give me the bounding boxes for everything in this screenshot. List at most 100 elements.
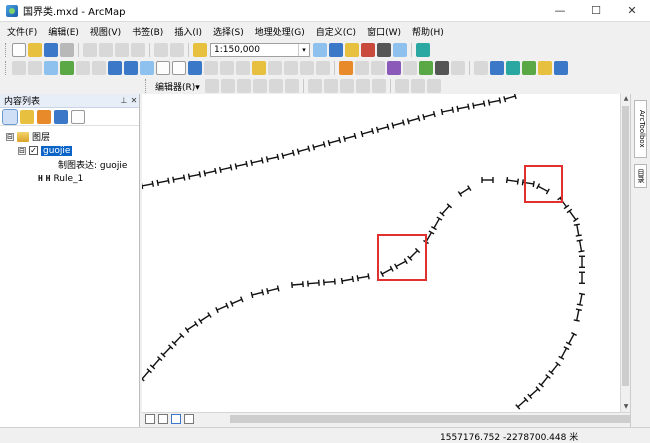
folder-connect-icon[interactable] xyxy=(538,61,552,75)
sketch-properties-icon[interactable] xyxy=(410,79,425,93)
free-representation-icon[interactable] xyxy=(371,61,385,75)
time-slider-icon[interactable] xyxy=(300,61,314,75)
close-icon[interactable]: ✕ xyxy=(129,96,139,105)
menu-edit[interactable]: 编辑(E) xyxy=(47,24,80,39)
search-window-icon[interactable] xyxy=(393,43,407,57)
map-vertical-scrollbar[interactable]: ▲ ▼ xyxy=(620,94,630,412)
layout-view-button[interactable] xyxy=(158,414,168,424)
catalog-tab[interactable]: 目录 xyxy=(634,164,647,188)
arctoolbox-icon[interactable] xyxy=(361,43,375,57)
list-by-source-icon[interactable] xyxy=(20,109,34,124)
edit-tool-icon[interactable] xyxy=(204,79,219,93)
fixed-zoom-in-icon[interactable] xyxy=(76,61,90,75)
graphics-icon[interactable] xyxy=(554,61,568,75)
overrides-icon[interactable] xyxy=(435,61,449,75)
map-horizontal-scrollbar[interactable] xyxy=(200,414,630,424)
back-arrow-icon[interactable] xyxy=(108,61,122,75)
html-popup-icon[interactable] xyxy=(220,61,234,75)
menu-view[interactable]: 视图(V) xyxy=(89,24,122,39)
boundary-line-symbol-icon[interactable]: H H xyxy=(38,174,50,183)
find-binoculars-icon[interactable] xyxy=(252,61,266,75)
minimize-button[interactable]: — xyxy=(542,0,578,22)
toc-options-icon[interactable] xyxy=(71,109,85,124)
geometry-tool-icon[interactable] xyxy=(451,61,465,75)
pan-hand-icon[interactable] xyxy=(44,61,58,75)
paste-icon[interactable] xyxy=(115,43,129,57)
representation-properties-icon[interactable] xyxy=(387,61,401,75)
menu-insert[interactable]: 插入(I) xyxy=(173,24,203,39)
pause-drawing-icon[interactable] xyxy=(184,414,194,424)
chevron-down-icon[interactable]: ▾ xyxy=(298,44,309,56)
select-elements-icon[interactable] xyxy=(172,61,186,75)
cut-polygons-icon[interactable] xyxy=(339,79,354,93)
print-icon[interactable] xyxy=(60,43,74,57)
find-route-icon[interactable] xyxy=(268,61,282,75)
rotate-icon[interactable] xyxy=(371,79,386,93)
label-manager-icon[interactable] xyxy=(490,61,504,75)
scroll-thumb[interactable] xyxy=(230,415,630,423)
layer-visibility-checkbox[interactable]: ✓ xyxy=(29,146,38,155)
representation-tool-icon[interactable] xyxy=(339,61,353,75)
refresh-view-icon[interactable] xyxy=(171,414,181,424)
cut-icon[interactable] xyxy=(83,43,97,57)
copy-icon[interactable] xyxy=(99,43,113,57)
maximize-button[interactable]: ☐ xyxy=(578,0,614,22)
layer-properties-icon[interactable] xyxy=(522,61,536,75)
map-canvas[interactable] xyxy=(142,94,620,412)
viewer-window-icon[interactable] xyxy=(316,61,330,75)
scroll-thumb[interactable] xyxy=(622,106,629,386)
catalog-window-icon[interactable] xyxy=(345,43,359,57)
menu-help[interactable]: 帮助(H) xyxy=(411,24,445,39)
create-features-icon[interactable] xyxy=(426,79,441,93)
new-document-icon[interactable] xyxy=(12,43,26,57)
text-tool-icon[interactable] xyxy=(474,61,488,75)
straight-segment-icon[interactable] xyxy=(236,79,251,93)
layer-name-guojie[interactable]: guojie xyxy=(41,145,73,156)
zoom-in-icon[interactable] xyxy=(12,61,26,75)
arctoolbox-tab[interactable]: ArcToolbox xyxy=(634,100,647,158)
editor-menu-button[interactable]: 编辑器(R)▾ xyxy=(155,80,200,93)
split-icon[interactable] xyxy=(355,79,370,93)
endpoint-arc-icon[interactable] xyxy=(252,79,267,93)
map-display[interactable] xyxy=(142,94,620,412)
vertex-tool-icon[interactable] xyxy=(355,61,369,75)
menu-customize[interactable]: 自定义(C) xyxy=(315,24,357,39)
undo-icon[interactable] xyxy=(154,43,168,57)
modelbuilder-icon[interactable] xyxy=(416,43,430,57)
fixed-zoom-out-icon[interactable] xyxy=(92,61,106,75)
forward-arrow-icon[interactable] xyxy=(124,61,138,75)
attributes-icon[interactable] xyxy=(394,79,409,93)
layer-tool-icon[interactable] xyxy=(419,61,433,75)
redo-icon[interactable] xyxy=(170,43,184,57)
clear-selection-icon[interactable] xyxy=(156,61,170,75)
map-layout-icon[interactable] xyxy=(506,61,520,75)
map-scale-combobox[interactable]: 1:150,000 ▾ xyxy=(210,43,310,57)
full-extent-globe-icon[interactable] xyxy=(60,61,74,75)
hyperlink-icon[interactable] xyxy=(204,61,218,75)
data-frame-label[interactable]: 图层 xyxy=(32,130,50,143)
menu-windows[interactable]: 窗口(W) xyxy=(366,24,402,39)
open-folder-icon[interactable] xyxy=(28,43,42,57)
edit-annotation-icon[interactable] xyxy=(220,79,235,93)
toolbar-grip[interactable] xyxy=(145,79,148,93)
identify-icon[interactable] xyxy=(188,61,202,75)
pin-icon[interactable]: ⊥ xyxy=(119,96,129,105)
select-features-icon[interactable] xyxy=(140,61,154,75)
collapse-icon[interactable]: ⊟ xyxy=(6,132,14,141)
close-button[interactable]: ✕ xyxy=(614,0,650,22)
zoom-out-icon[interactable] xyxy=(28,61,42,75)
reshape-icon[interactable] xyxy=(323,79,338,93)
point-icon[interactable] xyxy=(284,79,299,93)
menu-file[interactable]: 文件(F) xyxy=(6,24,38,39)
data-view-button[interactable] xyxy=(145,414,155,424)
editor-toolbar-icon[interactable] xyxy=(313,43,327,57)
toolbar-grip[interactable] xyxy=(5,43,8,57)
toolbar-grip[interactable] xyxy=(5,61,8,75)
marker-tool-icon[interactable] xyxy=(403,61,417,75)
trace-icon[interactable] xyxy=(268,79,283,93)
menu-bookmarks[interactable]: 书签(B) xyxy=(131,24,164,39)
go-to-xy-icon[interactable] xyxy=(284,61,298,75)
table-of-contents-icon[interactable] xyxy=(329,43,343,57)
menu-geoprocessing[interactable]: 地理处理(G) xyxy=(254,24,306,39)
save-icon[interactable] xyxy=(44,43,58,57)
